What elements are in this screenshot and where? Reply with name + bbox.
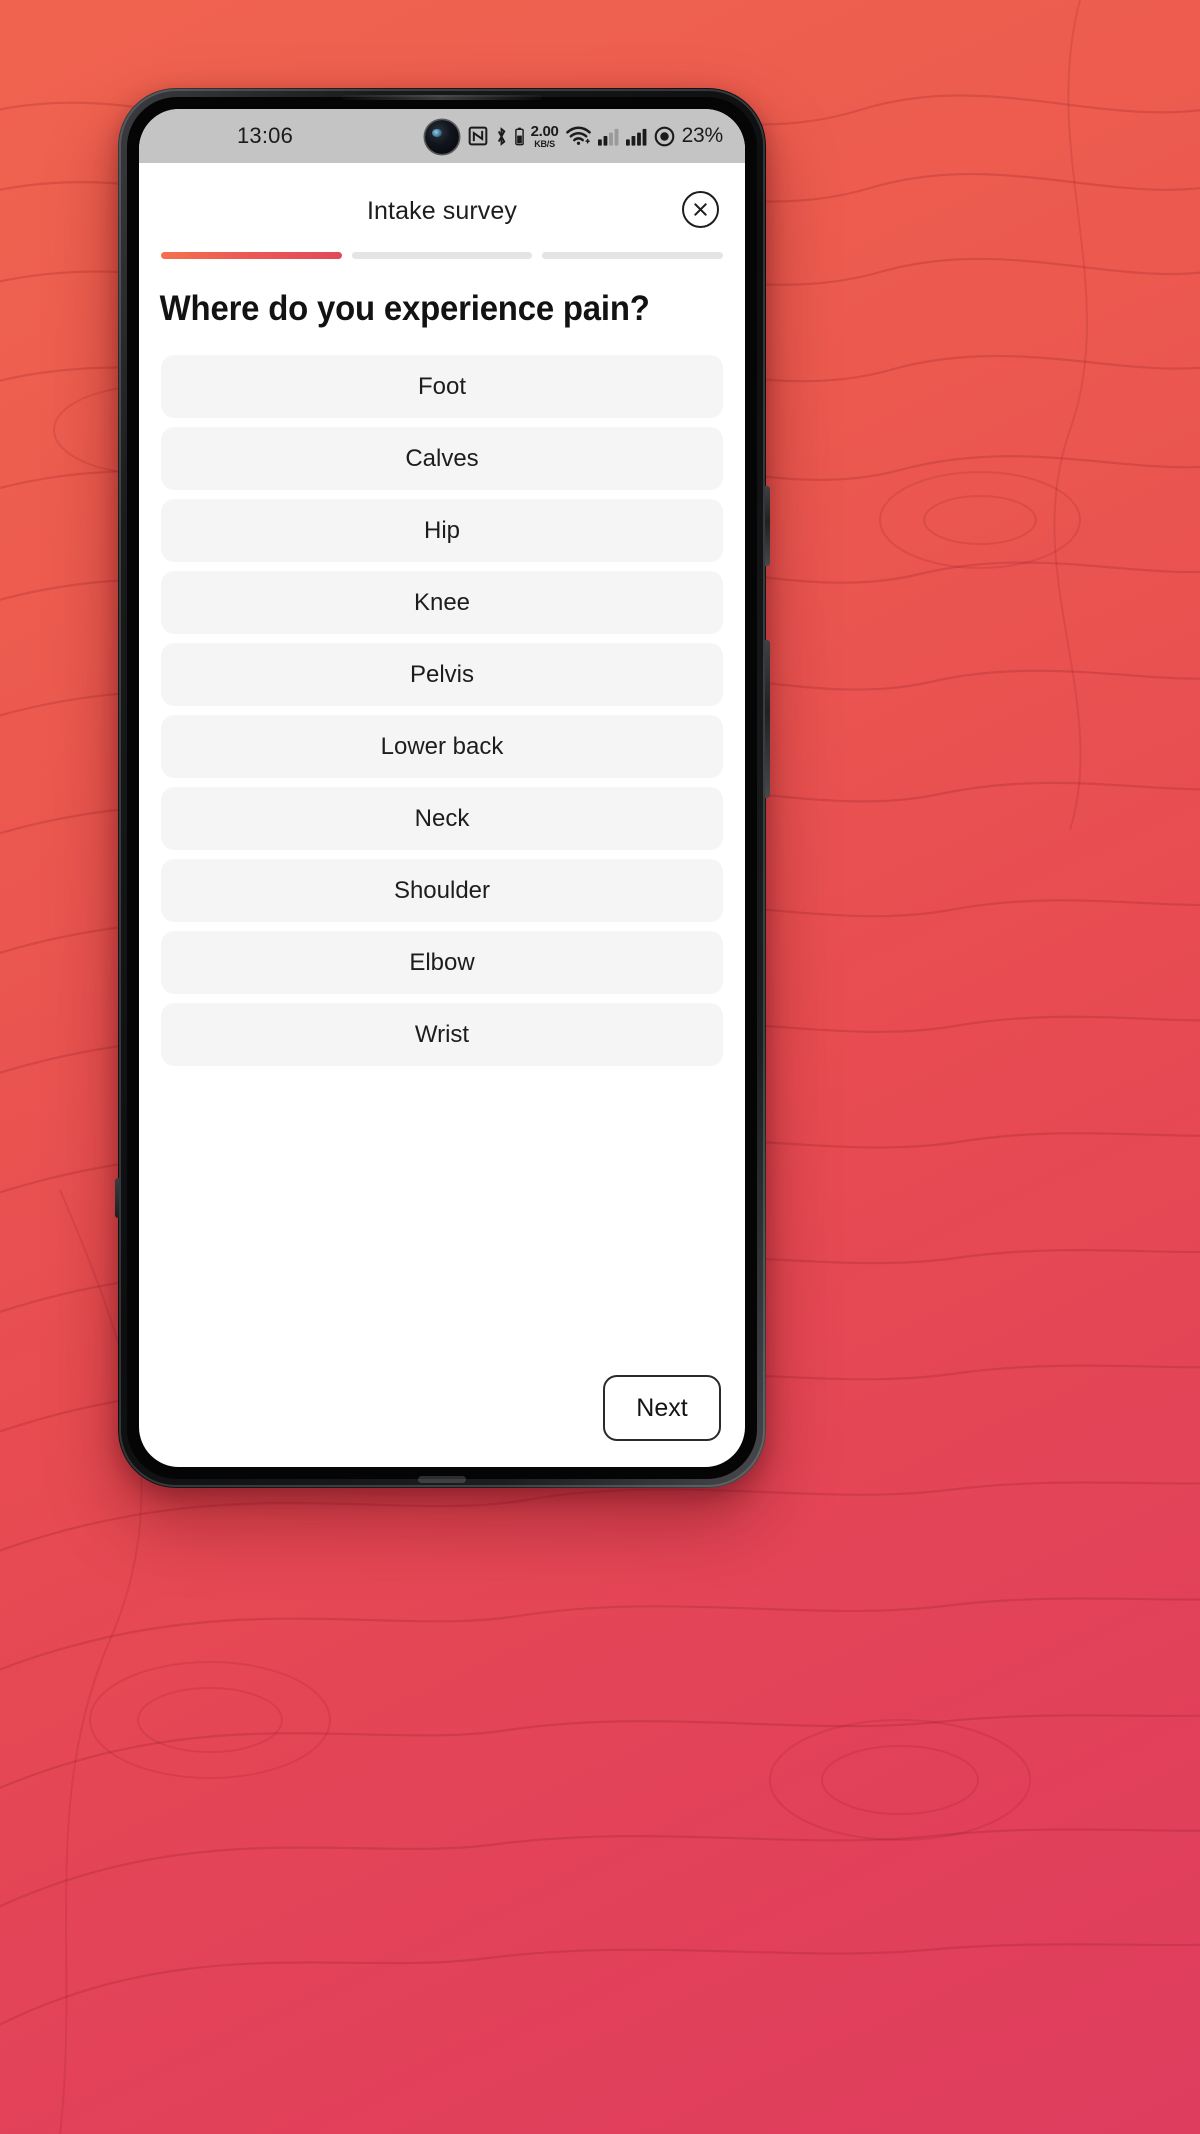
option-neck[interactable]: Neck bbox=[161, 787, 723, 850]
progress-indicator bbox=[139, 226, 745, 259]
nfc-icon bbox=[468, 126, 488, 146]
cellular-signal-sim1-icon bbox=[597, 127, 619, 146]
option-label: Wrist bbox=[414, 1020, 470, 1048]
option-label: Lower back bbox=[380, 732, 504, 760]
option-knee[interactable]: Knee bbox=[161, 571, 723, 634]
option-label: Foot bbox=[417, 372, 467, 400]
progress-segment-1 bbox=[161, 252, 342, 259]
option-lower-back[interactable]: Lower back bbox=[161, 715, 723, 778]
front-camera-punch-hole bbox=[425, 120, 459, 154]
option-label: Calves bbox=[405, 444, 479, 472]
options-list: Foot Calves Hip Knee Pelvis Lower back N… bbox=[139, 329, 745, 1353]
option-elbow[interactable]: Elbow bbox=[161, 931, 723, 994]
close-icon bbox=[694, 203, 707, 216]
option-foot[interactable]: Foot bbox=[161, 355, 723, 418]
left-side-button[interactable] bbox=[115, 1178, 119, 1218]
option-label: Hip bbox=[423, 516, 460, 544]
network-speed-indicator: 2.00 KB/S bbox=[531, 124, 559, 149]
question-title: Where do you experience pain? bbox=[159, 289, 650, 328]
battery-icon bbox=[654, 126, 675, 147]
battery-percent-label: 23% bbox=[681, 124, 724, 147]
option-label: Neck bbox=[414, 804, 470, 832]
status-bar-icons: 2.00 KB/S 23% bbox=[468, 124, 723, 149]
option-hip[interactable]: Hip bbox=[161, 499, 723, 562]
footer: Next bbox=[139, 1353, 745, 1467]
app-header: Intake survey bbox=[139, 163, 745, 228]
network-speed-unit: KB/S bbox=[534, 138, 555, 149]
option-calves[interactable]: Calves bbox=[161, 427, 723, 490]
option-label: Shoulder bbox=[393, 876, 491, 904]
network-speed-value: 2.00 bbox=[530, 122, 559, 140]
bluetooth-battery-icon bbox=[514, 127, 524, 146]
volume-rocker-button[interactable] bbox=[765, 640, 770, 798]
bottom-speaker-grille bbox=[418, 1476, 466, 1483]
next-button[interactable]: Next bbox=[603, 1375, 721, 1441]
progress-segment-3 bbox=[542, 252, 724, 259]
option-pelvis[interactable]: Pelvis bbox=[161, 643, 723, 706]
progress-segment-2 bbox=[351, 252, 533, 259]
status-clock: 13:06 bbox=[237, 123, 294, 148]
cellular-signal-sim2-icon bbox=[625, 127, 647, 146]
option-label: Knee bbox=[413, 588, 471, 616]
close-button[interactable] bbox=[682, 191, 719, 228]
bluetooth-icon bbox=[495, 126, 508, 147]
phone-device-frame: 13:06 2.00 KB/S 23% Intake survey Where … bbox=[115, 88, 770, 1488]
power-button[interactable] bbox=[765, 486, 770, 566]
page-title: Intake survey bbox=[367, 197, 517, 225]
earpiece-speaker bbox=[342, 95, 542, 100]
option-label: Elbow bbox=[409, 948, 475, 976]
option-shoulder[interactable]: Shoulder bbox=[161, 859, 723, 922]
wifi-icon bbox=[565, 126, 591, 146]
option-label: Pelvis bbox=[409, 660, 475, 688]
phone-screen: 13:06 2.00 KB/S 23% Intake survey Where … bbox=[139, 109, 745, 1467]
status-bar: 13:06 2.00 KB/S 23% bbox=[139, 109, 745, 163]
option-wrist[interactable]: Wrist bbox=[161, 1003, 723, 1066]
